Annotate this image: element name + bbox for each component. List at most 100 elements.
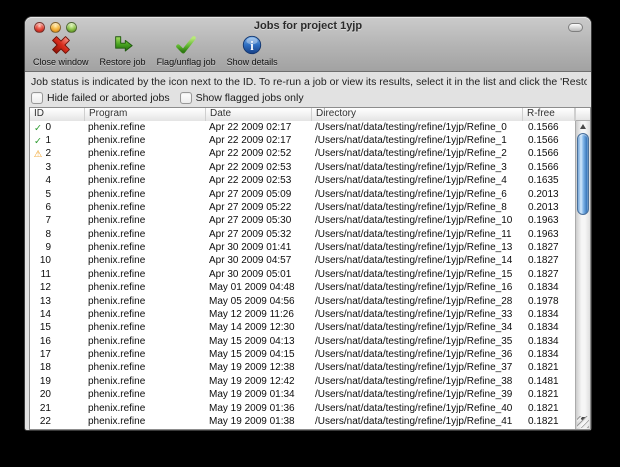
cell-rfree: 0.1481 — [528, 375, 559, 387]
window-title: Jobs for project 1yjp — [253, 20, 363, 32]
show-details-button[interactable]: i Show details — [224, 33, 281, 67]
table-row[interactable]: 11 phenix.refine Apr 30 2009 05:01 /User… — [30, 268, 575, 281]
table-row[interactable]: 16 phenix.refine May 15 2009 04:13 /User… — [30, 335, 575, 348]
table-row[interactable]: ⚠ 2 phenix.refine Apr 22 2009 02:52 /Use… — [30, 148, 575, 161]
cell-directory: /Users/nat/data/testing/refine/1yjp/Refi… — [315, 335, 513, 347]
table-row[interactable]: 6 phenix.refine Apr 27 2009 05:22 /Users… — [30, 201, 575, 214]
checkbox-icon[interactable] — [179, 92, 192, 104]
table-row[interactable]: 9 phenix.refine Apr 30 2009 01:41 /Users… — [30, 241, 575, 254]
close-window-button[interactable]: Close window — [30, 33, 92, 67]
cell-program: phenix.refine — [88, 282, 146, 294]
table-row[interactable]: 21 phenix.refine May 19 2009 01:36 /User… — [30, 402, 575, 415]
table-row[interactable]: 20 phenix.refine May 19 2009 01:34 /User… — [30, 389, 575, 402]
table-row[interactable]: 4 phenix.refine Apr 22 2009 02:53 /Users… — [30, 175, 575, 188]
title-bar[interactable]: Jobs for project 1yjp — [25, 17, 591, 34]
job-id: 10 — [39, 255, 51, 267]
cell-date: May 19 2009 12:38 — [209, 362, 295, 374]
cell-program: phenix.refine — [88, 188, 146, 200]
table-row[interactable]: 7 phenix.refine Apr 27 2009 05:30 /Users… — [30, 215, 575, 228]
table-row[interactable]: ✓ 0 phenix.refine Apr 22 2009 02:17 /Use… — [30, 121, 575, 134]
column-header[interactable]: Directory — [312, 108, 523, 121]
restore-job-button[interactable]: Restore job — [97, 33, 149, 67]
cell-rfree: 0.1821 — [528, 362, 559, 374]
cell-program: phenix.refine — [88, 161, 146, 173]
table-row[interactable]: 5 phenix.refine Apr 27 2009 05:09 /Users… — [30, 188, 575, 201]
toolbar-item-label: Close window — [33, 57, 89, 67]
table-row[interactable]: 18 phenix.refine May 19 2009 12:38 /User… — [30, 362, 575, 375]
cell-program: phenix.refine — [88, 375, 146, 387]
cell-directory: /Users/nat/data/testing/refine/1yjp/Refi… — [315, 161, 507, 173]
table-row[interactable]: 22 phenix.refine May 19 2009 01:38 /User… — [30, 415, 575, 428]
flag-unflag-job-button[interactable]: Flag/unflag job — [154, 33, 219, 67]
cell-id: 7 — [30, 215, 85, 227]
cell-program: phenix.refine — [88, 255, 146, 267]
cell-rfree: 0.1566 — [528, 121, 559, 133]
cell-program: phenix.refine — [88, 389, 146, 401]
show-flagged-checkbox[interactable]: Show flagged jobs only — [179, 92, 304, 104]
job-id: 12 — [39, 282, 51, 294]
cell-date: Apr 22 2009 02:17 — [209, 135, 292, 147]
toolbar-item-label: Show details — [226, 57, 278, 67]
table-row[interactable]: 12 phenix.refine May 01 2009 04:48 /User… — [30, 282, 575, 295]
checkbox-label: Hide failed or aborted jobs — [47, 92, 170, 104]
toolbar-item-label: Restore job — [99, 57, 146, 67]
checkbox-label: Show flagged jobs only — [195, 92, 304, 104]
hide-failed-checkbox[interactable]: Hide failed or aborted jobs — [31, 92, 170, 104]
cell-program: phenix.refine — [88, 349, 146, 361]
column-header[interactable]: R-free — [523, 108, 575, 121]
cell-id: 13 — [30, 296, 85, 308]
cell-rfree: 0.1834 — [528, 308, 559, 320]
job-id: 3 — [45, 161, 51, 173]
status-help-text: Job status is indicated by the icon next… — [31, 76, 587, 88]
vertical-scrollbar[interactable] — [575, 121, 590, 429]
cell-id: ⚠ 2 — [30, 148, 85, 160]
cell-program: phenix.refine — [88, 308, 146, 320]
table-row[interactable]: 10 phenix.refine Apr 30 2009 04:57 /User… — [30, 255, 575, 268]
cell-date: Apr 22 2009 02:53 — [209, 175, 292, 187]
cell-rfree: 0.1566 — [528, 161, 559, 173]
table-header: ID Program Date Directory R-free — [30, 108, 590, 122]
cell-directory: /Users/nat/data/testing/refine/1yjp/Refi… — [315, 201, 507, 213]
scroll-up-arrow-icon[interactable] — [576, 124, 590, 129]
column-header[interactable]: Program — [85, 108, 206, 121]
job-status-icon: ✓ — [34, 122, 42, 134]
cell-rfree: 0.1834 — [528, 335, 559, 347]
cell-id: 12 — [30, 282, 85, 294]
resize-grip-icon[interactable] — [577, 416, 589, 428]
column-header[interactable]: ID — [30, 108, 85, 121]
table-row[interactable]: ✓ 1 phenix.refine Apr 22 2009 02:17 /Use… — [30, 134, 575, 147]
cell-program: phenix.refine — [88, 415, 146, 427]
cell-program: phenix.refine — [88, 335, 146, 347]
checkbox-icon[interactable] — [31, 92, 43, 104]
table-row[interactable]: 8 phenix.refine Apr 27 2009 05:32 /Users… — [30, 228, 575, 241]
table-row[interactable]: 14 phenix.refine May 12 2009 11:26 /User… — [30, 308, 575, 321]
cell-rfree: 0.1963 — [528, 228, 559, 240]
job-id: 18 — [39, 362, 51, 374]
cell-program: phenix.refine — [88, 268, 146, 280]
cell-id: 6 — [30, 202, 85, 214]
cell-directory: /Users/nat/data/testing/refine/1yjp/Refi… — [315, 295, 513, 307]
cell-id: 3 — [30, 162, 85, 174]
job-list[interactable]: ✓ 0 phenix.refine Apr 22 2009 02:17 /Use… — [30, 121, 575, 429]
table-row[interactable]: 19 phenix.refine May 19 2009 12:42 /User… — [30, 375, 575, 388]
table-row[interactable]: 3 phenix.refine Apr 22 2009 02:53 /Users… — [30, 161, 575, 174]
cell-id: 22 — [30, 416, 85, 428]
toolbar-toggle-icon[interactable] — [568, 23, 583, 32]
cell-rfree: 0.1834 — [528, 322, 559, 334]
job-id: 5 — [45, 188, 51, 200]
cell-directory: /Users/nat/data/testing/refine/1yjp/Refi… — [315, 135, 507, 147]
table-row[interactable]: 15 phenix.refine May 14 2009 12:30 /User… — [30, 322, 575, 335]
cell-date: May 01 2009 04:48 — [209, 282, 295, 294]
table-row[interactable]: 17 phenix.refine May 15 2009 04:15 /User… — [30, 348, 575, 361]
cell-directory: /Users/nat/data/testing/refine/1yjp/Refi… — [315, 415, 513, 427]
cell-directory: /Users/nat/data/testing/refine/1yjp/Refi… — [315, 188, 507, 200]
cell-id: 20 — [30, 389, 85, 401]
column-header[interactable]: Date — [206, 108, 312, 121]
svg-text:i: i — [250, 39, 254, 53]
cell-id: 11 — [30, 269, 85, 281]
cell-id: 5 — [30, 189, 85, 201]
job-id: 7 — [45, 215, 51, 227]
table-row[interactable]: 13 phenix.refine May 05 2009 04:56 /User… — [30, 295, 575, 308]
job-id: 9 — [45, 242, 51, 254]
scrollbar-thumb[interactable] — [577, 133, 589, 215]
